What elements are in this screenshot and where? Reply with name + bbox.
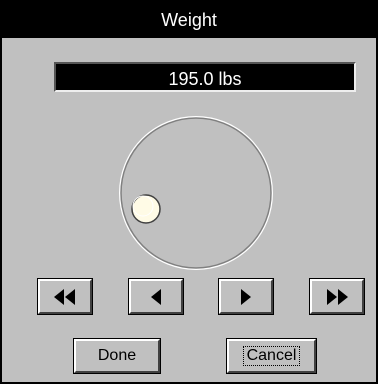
step-back-button[interactable] — [128, 278, 184, 315]
cancel-button-label: Cancel — [242, 346, 301, 366]
dial-track — [120, 117, 272, 269]
fast-rewind-icon — [53, 288, 77, 305]
dialog-title: Weight — [2, 2, 376, 38]
step-back-icon — [149, 288, 163, 305]
fast-rewind-button[interactable] — [37, 278, 93, 315]
weight-dialog: Weight 195.0 lbs Done Cancel — [0, 0, 378, 384]
fast-forward-icon — [325, 288, 349, 305]
fast-forward-button[interactable] — [309, 278, 365, 315]
cancel-button[interactable]: Cancel — [226, 338, 317, 374]
weight-value-display: 195.0 lbs — [54, 62, 356, 92]
weight-dial[interactable] — [115, 112, 277, 274]
step-forward-button[interactable] — [218, 278, 274, 315]
done-button[interactable]: Done — [73, 338, 161, 374]
done-button-label: Done — [97, 347, 137, 364]
step-forward-icon — [239, 288, 253, 305]
